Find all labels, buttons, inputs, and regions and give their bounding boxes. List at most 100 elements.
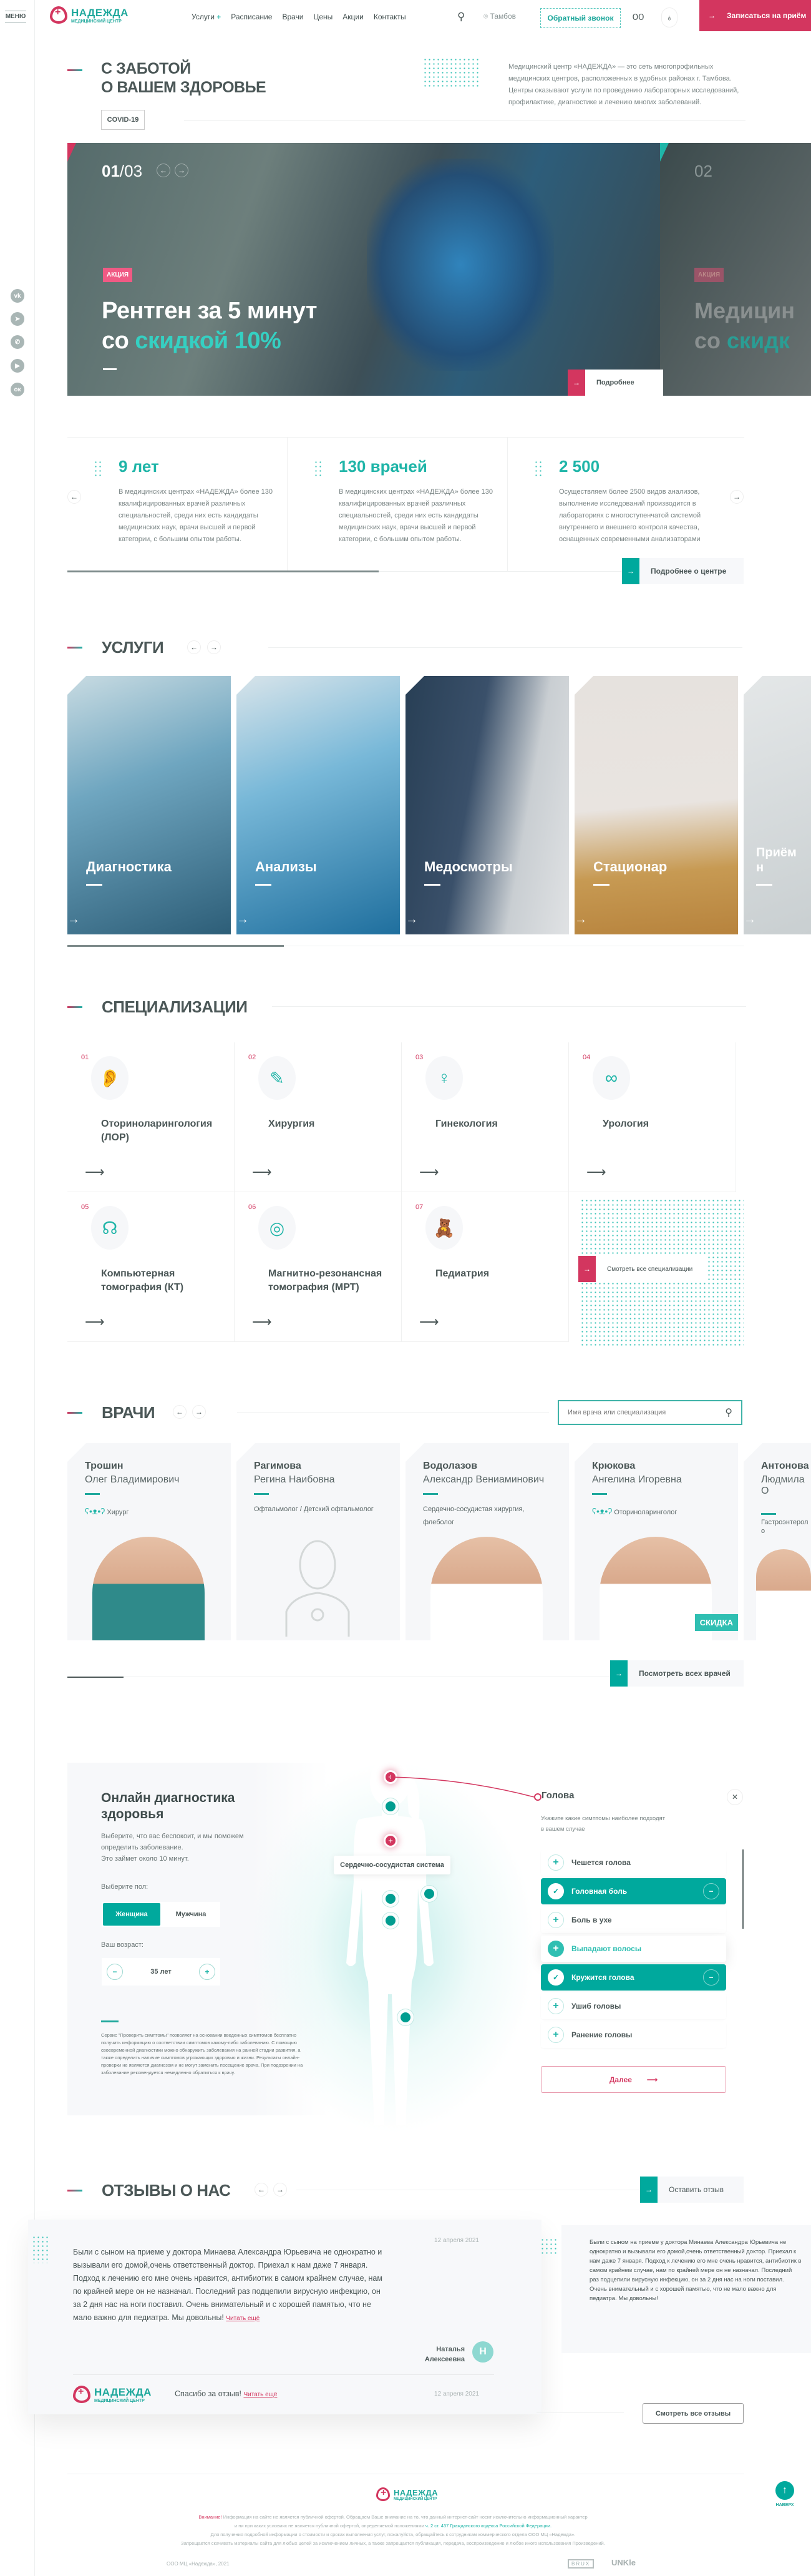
doctor-name: Регина Наибовна — [254, 1474, 335, 1485]
chest-point[interactable]: + — [386, 1836, 396, 1846]
vk-icon[interactable]: vk — [11, 289, 24, 303]
symptom-scrollbar[interactable] — [742, 1849, 744, 1929]
reviews-next-button[interactable]: → — [273, 2183, 287, 2196]
spec-card[interactable]: 01 👂 Оториноларингология (ЛОР) ⟶ — [67, 1042, 235, 1192]
all-specializations-button[interactable]: → Смотреть все специализации — [578, 1256, 706, 1282]
spec-number: 04 — [583, 1054, 591, 1061]
symptom-option[interactable]: + Ранение головы — [541, 2022, 726, 2048]
callback-button[interactable]: Обратный звонок — [540, 8, 621, 28]
stats-next-button[interactable]: → — [730, 490, 744, 504]
close-icon[interactable]: ✕ — [727, 1789, 743, 1805]
arm-point[interactable] — [424, 1889, 434, 1899]
service-label: Диагностика — [86, 859, 172, 874]
arrow-right-icon: → — [744, 913, 756, 926]
minus-button[interactable]: − — [107, 1964, 123, 1980]
symptom-option[interactable]: ✓ Головная боль − — [541, 1878, 726, 1904]
doctor-search-input[interactable] — [568, 1409, 726, 1416]
nav-contacts[interactable]: Контакты — [374, 12, 406, 21]
menu-button[interactable]: МЕНЮ — [5, 9, 26, 24]
abdomen-point[interactable] — [386, 1894, 396, 1904]
low-vision-glasses-icon[interactable]: ൦൦ — [632, 10, 644, 23]
user-account-icon[interactable]: ♁ — [661, 7, 677, 27]
read-more-link[interactable]: Читать ещё — [226, 2315, 260, 2322]
search-icon[interactable]: ⚲ — [725, 1406, 732, 1419]
nav-promos[interactable]: Акции — [342, 12, 364, 21]
spec-name: Гинекология — [435, 1119, 498, 1129]
odnoklassniki-icon[interactable]: ок — [11, 383, 24, 396]
symptom-option[interactable]: + Чешется голова — [541, 1849, 726, 1876]
knee-point[interactable] — [401, 2012, 410, 2022]
promo-badge: АКЦИЯ — [694, 268, 724, 282]
spec-card[interactable]: 05 ☊ Компьютерная томография (КТ) ⟶ — [67, 1192, 235, 1342]
doctor-search-field[interactable]: ⚲ — [558, 1400, 742, 1425]
leave-review-button[interactable]: → Оставить отзыв — [640, 2177, 744, 2203]
symptom-option[interactable]: + Боль в ухе — [541, 1907, 726, 1933]
male-option[interactable]: Мужчина — [162, 1902, 220, 1927]
hero-prev-button[interactable]: ← — [157, 164, 170, 177]
spec-card[interactable]: 02 ✎ Хирургия ⟶ — [235, 1042, 402, 1192]
service-card-diagnostics[interactable]: Диагностика → — [67, 676, 231, 934]
services-prev-button[interactable]: ← — [187, 640, 201, 654]
back-to-top-button[interactable]: ↑ — [775, 2481, 794, 2500]
doctors-next-button[interactable]: → — [192, 1405, 206, 1419]
telegram-icon[interactable]: ➤ — [11, 312, 24, 326]
service-dash — [593, 884, 609, 886]
hero-more-button[interactable]: → Подробнее — [568, 370, 663, 396]
search-icon[interactable]: ⚲ — [457, 11, 465, 23]
hero-next-button[interactable]: → — [175, 164, 188, 177]
services-next-button[interactable]: → — [207, 640, 221, 654]
youtube-icon[interactable]: ▶ — [11, 359, 24, 373]
spec-card[interactable]: 06 ◎ Магнитно-резонансная томография (МР… — [235, 1192, 402, 1342]
doctor-card[interactable]: Водолазов Александр Вениаминович Сердечн… — [406, 1443, 569, 1640]
all-reviews-button[interactable]: Смотреть все отзывы — [643, 2403, 744, 2424]
female-option[interactable]: Женщина — [103, 1903, 160, 1926]
reviews-prev-button[interactable]: ← — [255, 2183, 268, 2196]
nav-schedule[interactable]: Расписание — [231, 12, 272, 21]
copyright: ООО МЦ «Надежда», 2021 — [167, 2561, 230, 2567]
scalpel-icon: ✎ — [258, 1056, 296, 1100]
discount-badge: СКИДКА — [694, 1614, 738, 1631]
pelvis-point[interactable] — [386, 1916, 396, 1926]
doctor-card[interactable]: Трошин Олег Владимирович ʕ•ᴥ•ʔ Хирург — [67, 1443, 231, 1640]
doctor-card[interactable]: Крюкова Ангелина Игоревна ʕ•ᴥ•ʔ Оторинол… — [575, 1443, 738, 1640]
nav-services[interactable]: Услуги + — [192, 12, 221, 21]
service-card-appointment[interactable]: Приём н → — [744, 676, 811, 934]
symptom-option[interactable]: ✓ Кружится голова − — [541, 1964, 726, 1991]
nav-prices[interactable]: Цены — [313, 12, 333, 21]
logo-sub: МЕДИЦИНСКИЙ ЦЕНТР — [394, 2497, 437, 2501]
service-card-analyses[interactable]: Анализы → — [236, 676, 400, 934]
doctors-prev-button[interactable]: ← — [173, 1405, 187, 1419]
book-appointment-button[interactable]: → Записаться на приём — [699, 0, 811, 31]
nav-doctors[interactable]: Врачи — [282, 12, 303, 21]
stats-prev-button[interactable]: ← — [67, 490, 81, 504]
city-selector[interactable]: ⌾ Тамбов — [483, 12, 516, 21]
whatsapp-icon[interactable]: ✆ — [11, 335, 24, 349]
about-center-button[interactable]: → Подробнее о центре — [622, 558, 744, 584]
footer-logo[interactable]: НАДЕЖДАМЕДИЦИНСКИЙ ЦЕНТР — [376, 2487, 438, 2501]
all-doctors-button[interactable]: → Посмотреть всех врачей — [610, 1660, 744, 1687]
next-button[interactable]: Далее ⟶ — [541, 2066, 726, 2093]
spec-card[interactable]: 07 🧸 Педиатрия ⟶ — [402, 1192, 569, 1342]
spec-name: Урология — [603, 1119, 649, 1129]
minus-icon[interactable]: − — [703, 1883, 719, 1899]
plus-button[interactable]: + — [199, 1964, 215, 1980]
spec-card[interactable]: 04 ∞ Урология ⟶ — [569, 1042, 736, 1192]
brux-logo[interactable]: BRUX — [568, 2559, 595, 2569]
minus-icon[interactable]: − — [703, 1969, 719, 1986]
read-more-link[interactable]: Читать ещё — [243, 2391, 277, 2398]
symptom-panel-title: Голова — [541, 1790, 575, 1801]
specialty-label: Офтальмолог / Детский офтальмолог — [254, 1506, 374, 1513]
unkle-logo[interactable]: UNKle — [611, 2558, 636, 2567]
service-card-checkups[interactable]: Медосмотры → — [406, 676, 569, 934]
book-label: Записаться на приём — [727, 11, 807, 20]
doctor-card[interactable]: Рагимова Регина Наибовна Офтальмолог / Д… — [236, 1443, 400, 1640]
service-card-inpatient[interactable]: Стационар → — [575, 676, 738, 934]
logo[interactable]: НАДЕЖДАМЕДИЦИНСКИЙ ЦЕНТР — [50, 6, 129, 24]
doctor-card[interactable]: Антонова Людмила О Гастроэнтероло — [744, 1443, 811, 1640]
spec-card[interactable]: 03 ♀ Гинекология ⟶ — [402, 1042, 569, 1192]
review-text: Были с сыном на приеме у доктора Минаева… — [590, 2239, 802, 2302]
symptom-option[interactable]: + Ушиб головы — [541, 1993, 726, 2019]
law-link[interactable]: ч. 2 ст. 437 Гражданского кодекса Россий… — [425, 2523, 551, 2529]
covid-button[interactable]: COVID-19 — [101, 110, 145, 130]
symptom-option[interactable]: + Выпадают волосы — [541, 1936, 726, 1962]
